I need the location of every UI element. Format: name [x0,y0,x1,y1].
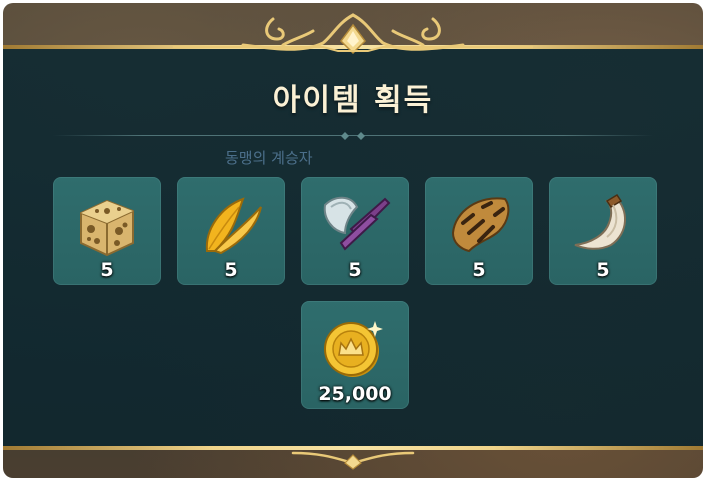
top-ornament-icon [173,13,533,55]
reward-item-slot[interactable]: 5 [177,177,285,285]
reward-item-slot[interactable]: 25,000 [301,301,409,409]
striped-fur-icon [451,197,510,253]
item-quantity: 5 [348,259,362,281]
sponge-cube-icon [80,199,134,257]
reward-item-slot[interactable]: 5 [53,177,161,285]
reward-item-slot[interactable]: 5 [301,177,409,285]
bottom-ornament-icon [291,451,415,470]
divider-diamond-icon [341,132,365,140]
reward-popup-frame: 아이템 획득 동맹의 계승자 5 5 5 5 5 25,000 [3,3,703,478]
item-quantity: 25,000 [318,383,392,405]
fang-horn-icon [574,193,627,250]
axe-icon [323,196,391,251]
background-label: 동맹의 계승자 [225,149,313,167]
item-quantity: 5 [596,259,610,281]
golden-feather-icon [205,197,262,255]
item-quantity: 5 [224,259,238,281]
item-quantity: 5 [472,259,486,281]
gold-coin-icon [324,321,383,377]
reward-item-slot[interactable]: 5 [549,177,657,285]
reward-item-slot[interactable]: 5 [425,177,533,285]
item-quantity: 5 [100,259,114,281]
dialog-title: 아이템 획득 [272,83,434,118]
